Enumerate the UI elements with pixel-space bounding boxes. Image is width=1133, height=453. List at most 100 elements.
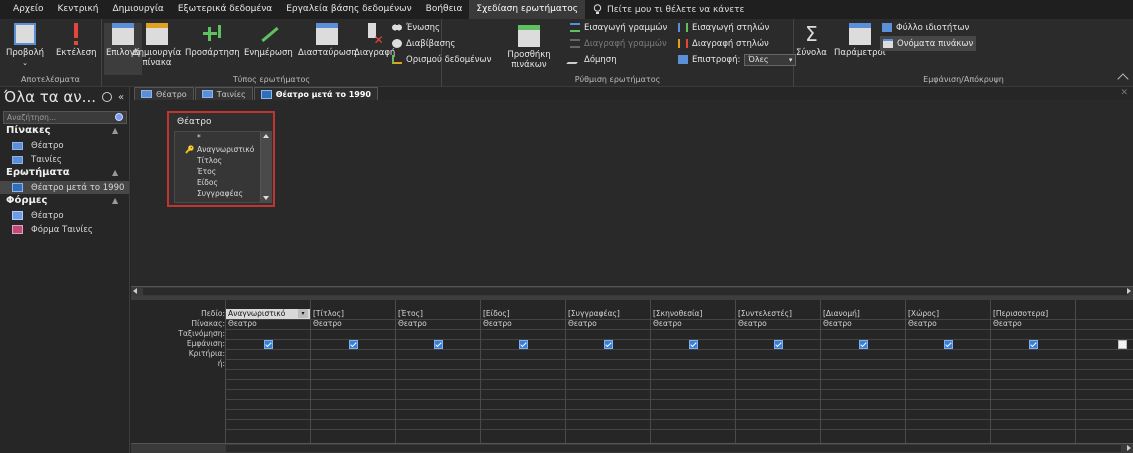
field-item[interactable]: 🔑 Αναγνωριστικό xyxy=(185,145,254,154)
scroll-right-icon[interactable] xyxy=(1127,288,1131,294)
tab-query-theatro-1990[interactable]: Θέατρο μετά το 1990 xyxy=(253,87,378,100)
field-cell[interactable]: [Συγγραφέας] xyxy=(568,309,620,319)
show-checkbox[interactable] xyxy=(434,340,443,349)
field-item[interactable]: * xyxy=(197,133,201,142)
table-cell[interactable]: Θεατρο xyxy=(483,319,512,329)
nav-item-form-tainies[interactable]: Φόρμα Ταινίες xyxy=(0,223,129,236)
nav-category-queries[interactable]: Ερωτήματα ▲ xyxy=(6,167,118,178)
field-item[interactable]: Συγγραφέας xyxy=(197,189,243,198)
delete-button[interactable]: ✕ Διαγραφή xyxy=(354,23,395,58)
nav-dropdown-icon[interactable] xyxy=(102,92,112,102)
show-checkbox[interactable] xyxy=(349,340,358,349)
grid-column[interactable]: [Είδος] Θεατρο xyxy=(480,300,565,443)
design-area-horizontal-scrollbar[interactable] xyxy=(131,286,1133,296)
field-item[interactable]: Είδος xyxy=(197,178,218,187)
scrollbar-thumb[interactable] xyxy=(143,288,1128,295)
show-checkbox[interactable] xyxy=(519,340,528,349)
tab-tainies[interactable]: Ταινίες xyxy=(194,87,253,100)
grid-column[interactable]: [Σκηνοθεσία] Θεατρο xyxy=(650,300,735,443)
grid-column[interactable] xyxy=(1075,300,1133,443)
nav-header[interactable]: Όλα τα αν... xyxy=(4,88,96,106)
scroll-down-icon[interactable] xyxy=(263,196,269,200)
grid-column[interactable]: [Περισσοτερα] Θεατρο xyxy=(990,300,1075,443)
grid-column[interactable]: [Χώρος] Θεατρο xyxy=(905,300,990,443)
nav-search-input[interactable]: Αναζήτηση... xyxy=(3,111,127,124)
grid-column[interactable]: [Διανομή] Θεατρο xyxy=(820,300,905,443)
delete-columns-button[interactable]: Διαγραφή στηλών xyxy=(678,37,769,50)
nav-item-form-theatro[interactable]: Θέατρο xyxy=(0,209,129,222)
menu-external-data[interactable]: Εξωτερικά δεδομένα xyxy=(171,0,279,19)
menu-file[interactable]: Αρχείο xyxy=(6,0,51,19)
scrollbar-thumb[interactable] xyxy=(226,445,1121,452)
grid-horizontal-scrollbar[interactable] xyxy=(131,443,1133,453)
table-cell[interactable]: Θεατρο xyxy=(228,319,257,329)
show-checkbox[interactable] xyxy=(944,340,953,349)
parameters-button[interactable]: Παράμετροι xyxy=(834,23,886,58)
update-button[interactable]: Ενημέρωση xyxy=(244,23,293,58)
crosstab-button[interactable]: Διασταύρωση xyxy=(298,23,357,58)
table-names-button[interactable]: Ονόματα πινάκων xyxy=(880,36,977,51)
field-cell[interactable]: [Σκηνοθεσία] xyxy=(653,309,702,319)
append-button[interactable]: Προσάρτηση xyxy=(185,23,240,58)
make-table-button[interactable]: Δημιουργία πίνακα xyxy=(133,23,181,68)
field-cell[interactable]: [Συντελεστές] xyxy=(738,309,792,319)
show-checkbox[interactable] xyxy=(774,340,783,349)
field-cell[interactable]: [Είδος] xyxy=(483,309,510,319)
return-dropdown[interactable]: Όλες ▾ xyxy=(744,53,797,66)
collapse-left-icon[interactable]: « xyxy=(118,92,124,103)
scroll-up-icon[interactable] xyxy=(263,134,269,138)
table-field-list[interactable]: Θέατρο * 🔑 Αναγνωριστικό Τίτλος Έτος Είδο… xyxy=(167,111,275,207)
nav-item-table-tainies[interactable]: Ταινίες xyxy=(0,153,129,166)
show-checkbox[interactable] xyxy=(1029,340,1038,349)
table-cell[interactable]: Θεατρο xyxy=(908,319,937,329)
show-checkbox[interactable] xyxy=(859,340,868,349)
union-button[interactable]: Ένωσης xyxy=(392,21,440,34)
close-icon[interactable]: ✕ xyxy=(1120,88,1128,98)
scroll-right-icon[interactable] xyxy=(1127,445,1131,451)
field-cell[interactable]: [Διανομή] xyxy=(823,309,860,319)
run-button[interactable]: Εκτέλεση xyxy=(56,23,97,58)
grid-column[interactable]: [Τίτλος] Θεατρο xyxy=(310,300,395,443)
menu-create[interactable]: Δημιουργία xyxy=(105,0,170,19)
grid-column[interactable]: Αναγνωριστικό ▾ Θεατρο xyxy=(225,300,310,443)
nav-category-forms[interactable]: Φόρμες ▲ xyxy=(6,195,118,206)
property-sheet-button[interactable]: Φύλλο ιδιοτήτων xyxy=(882,21,969,34)
show-checkbox[interactable] xyxy=(1118,340,1127,349)
menu-database-tools[interactable]: Εργαλεία βάσης δεδομένων xyxy=(279,0,418,19)
menu-help[interactable]: Βοήθεια xyxy=(419,0,470,19)
show-table-button[interactable]: Προσθήκη πινάκων xyxy=(507,25,551,70)
show-checkbox[interactable] xyxy=(689,340,698,349)
tab-theatro[interactable]: Θέατρο xyxy=(134,87,194,100)
show-checkbox[interactable] xyxy=(604,340,613,349)
menu-query-design[interactable]: Σχεδίαση ερωτήματος xyxy=(469,0,586,19)
field-cell[interactable]: [Έτος] xyxy=(398,309,423,319)
scroll-left-icon[interactable] xyxy=(133,288,137,294)
show-checkbox[interactable] xyxy=(264,340,273,349)
nav-item-table-theatro[interactable]: Θέατρο xyxy=(0,139,129,152)
insert-columns-button[interactable]: Εισαγωγή στηλών xyxy=(678,21,769,34)
table-cell[interactable]: Θεατρο xyxy=(823,319,852,329)
field-item[interactable]: Έτος xyxy=(197,167,216,176)
nav-category-tables[interactable]: Πίνακες ▲ xyxy=(6,125,118,136)
field-list-scrollbar[interactable] xyxy=(260,132,271,202)
field-cell[interactable]: [Τίτλος] xyxy=(313,309,344,319)
view-button[interactable]: Προβολή ⌄ xyxy=(6,23,44,68)
table-cell[interactable]: Θεατρο xyxy=(313,319,342,329)
delete-rows-button[interactable]: Διαγραφή γραμμών xyxy=(570,37,667,50)
table-cell[interactable]: Θεατρο xyxy=(653,319,682,329)
table-cell[interactable]: Θεατρο xyxy=(993,319,1022,329)
grid-column[interactable]: [Συντελεστές] Θεατρο xyxy=(735,300,820,443)
totals-button[interactable]: Σ Σύνολα xyxy=(796,23,827,58)
field-cell[interactable]: [Περισσοτερα] xyxy=(993,309,1048,319)
grid-column[interactable]: [Έτος] Θεατρο xyxy=(395,300,480,443)
tell-me-box[interactable]: Πείτε μου τι θέλετε να κάνετε xyxy=(593,4,744,15)
table-cell[interactable]: Θεατρο xyxy=(568,319,597,329)
menu-home[interactable]: Κεντρική xyxy=(51,0,106,19)
nav-item-query-theatro-1990[interactable]: Θέατρο μετά το 1990 xyxy=(0,181,129,194)
field-cell[interactable]: [Χώρος] xyxy=(908,309,939,319)
grid-column[interactable]: [Συγγραφέας] Θεατρο xyxy=(565,300,650,443)
insert-rows-button[interactable]: Εισαγωγή γραμμών xyxy=(570,21,667,34)
field-item[interactable]: Τίτλος xyxy=(197,156,222,165)
field-cell[interactable]: Αναγνωριστικό ▾ xyxy=(226,309,310,319)
table-cell[interactable]: Θεατρο xyxy=(738,319,767,329)
